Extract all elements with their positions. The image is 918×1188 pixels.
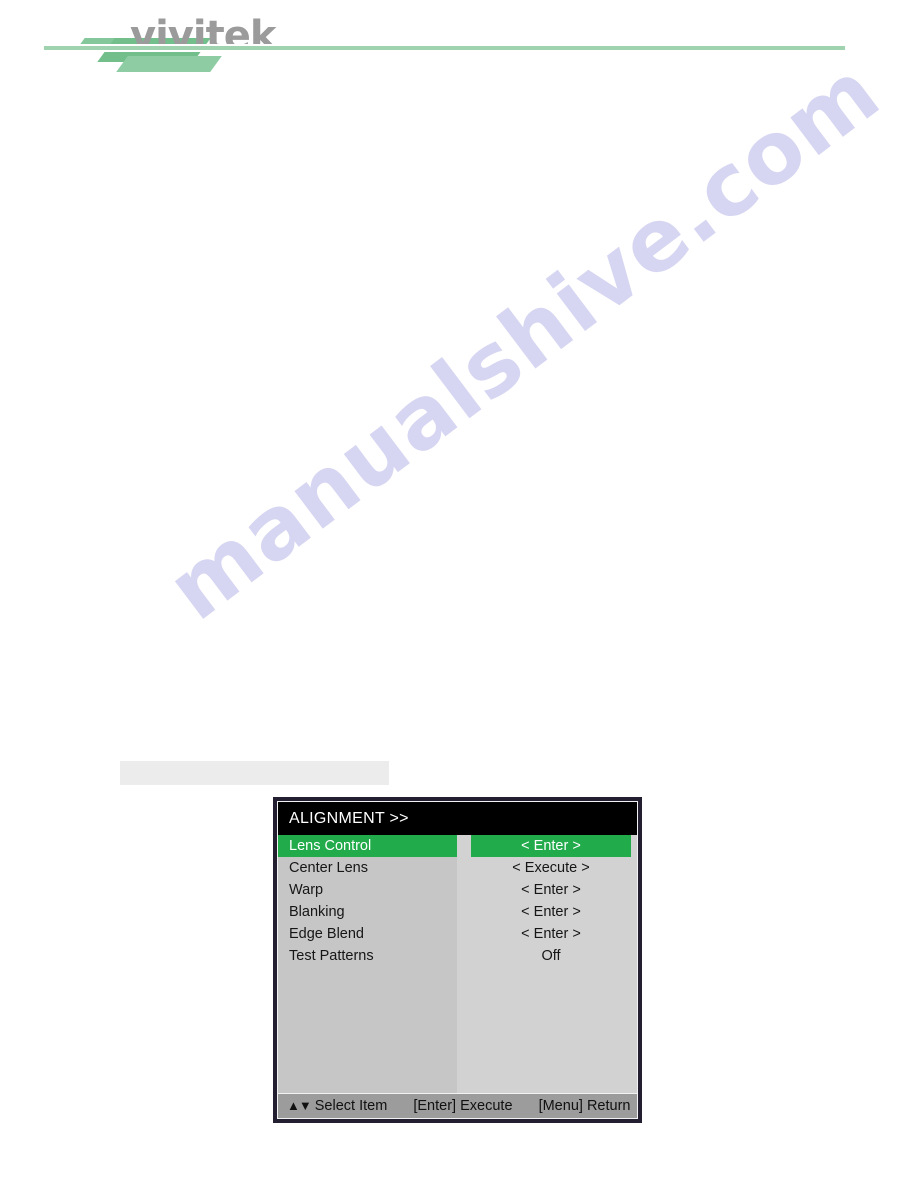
osd-row-label: Test Patterns	[289, 948, 374, 964]
hint-enter-key: [Enter]	[413, 1098, 457, 1114]
osd-row-label: Blanking	[289, 904, 345, 920]
osd-row-test-patterns[interactable]: Test Patterns Off	[278, 945, 637, 967]
osd-row-value[interactable]: < Enter >	[471, 923, 631, 945]
osd-row-value[interactable]: < Enter >	[471, 879, 631, 901]
osd-row-warp[interactable]: Warp < Enter >	[278, 879, 637, 901]
updown-arrows-icon: ▲▼	[287, 1098, 312, 1113]
osd-row-value[interactable]: < Enter >	[471, 901, 631, 923]
vivitek-logo: vivitek	[75, 14, 298, 72]
osd-title-bar: ALIGNMENT >>	[278, 802, 637, 835]
header-divider-rule	[44, 44, 845, 52]
hint-menu-key: [Menu]	[538, 1098, 583, 1114]
osd-row-value[interactable]: Off	[471, 945, 631, 967]
osd-row-edge-blend[interactable]: Edge Blend < Enter >	[278, 923, 637, 945]
caption-placeholder-bar	[120, 761, 389, 785]
osd-row-lens-control[interactable]: Lens Control < Enter >	[278, 835, 637, 857]
osd-row-label: Center Lens	[289, 860, 368, 876]
osd-row-value[interactable]: < Enter >	[471, 835, 631, 857]
page-watermark: manualshive.com	[150, 41, 898, 640]
osd-row-blanking[interactable]: Blanking < Enter >	[278, 901, 637, 923]
osd-footer-hints: ▲▼ Select Item [Enter] Execute [Menu] Re…	[278, 1093, 637, 1118]
hint-select-label: Select Item	[314, 1098, 388, 1114]
osd-row-label: Edge Blend	[289, 926, 364, 942]
hint-enter-label: Execute	[460, 1098, 513, 1114]
osd-row-value[interactable]: < Execute >	[471, 857, 631, 879]
hint-menu-label: Return	[586, 1098, 631, 1114]
osd-item-list: Lens Control < Enter > Center Lens < Exe…	[278, 835, 637, 967]
osd-body: Lens Control < Enter > Center Lens < Exe…	[278, 835, 637, 1093]
osd-row-label: Lens Control	[278, 835, 457, 857]
osd-menu-alignment: ALIGNMENT >> Lens Control < Enter > Cent…	[273, 797, 642, 1123]
osd-inner-frame: ALIGNMENT >> Lens Control < Enter > Cent…	[277, 801, 638, 1119]
osd-row-center-lens[interactable]: Center Lens < Execute >	[278, 857, 637, 879]
osd-row-label: Warp	[289, 882, 324, 898]
page-header: vivitek	[0, 0, 918, 90]
